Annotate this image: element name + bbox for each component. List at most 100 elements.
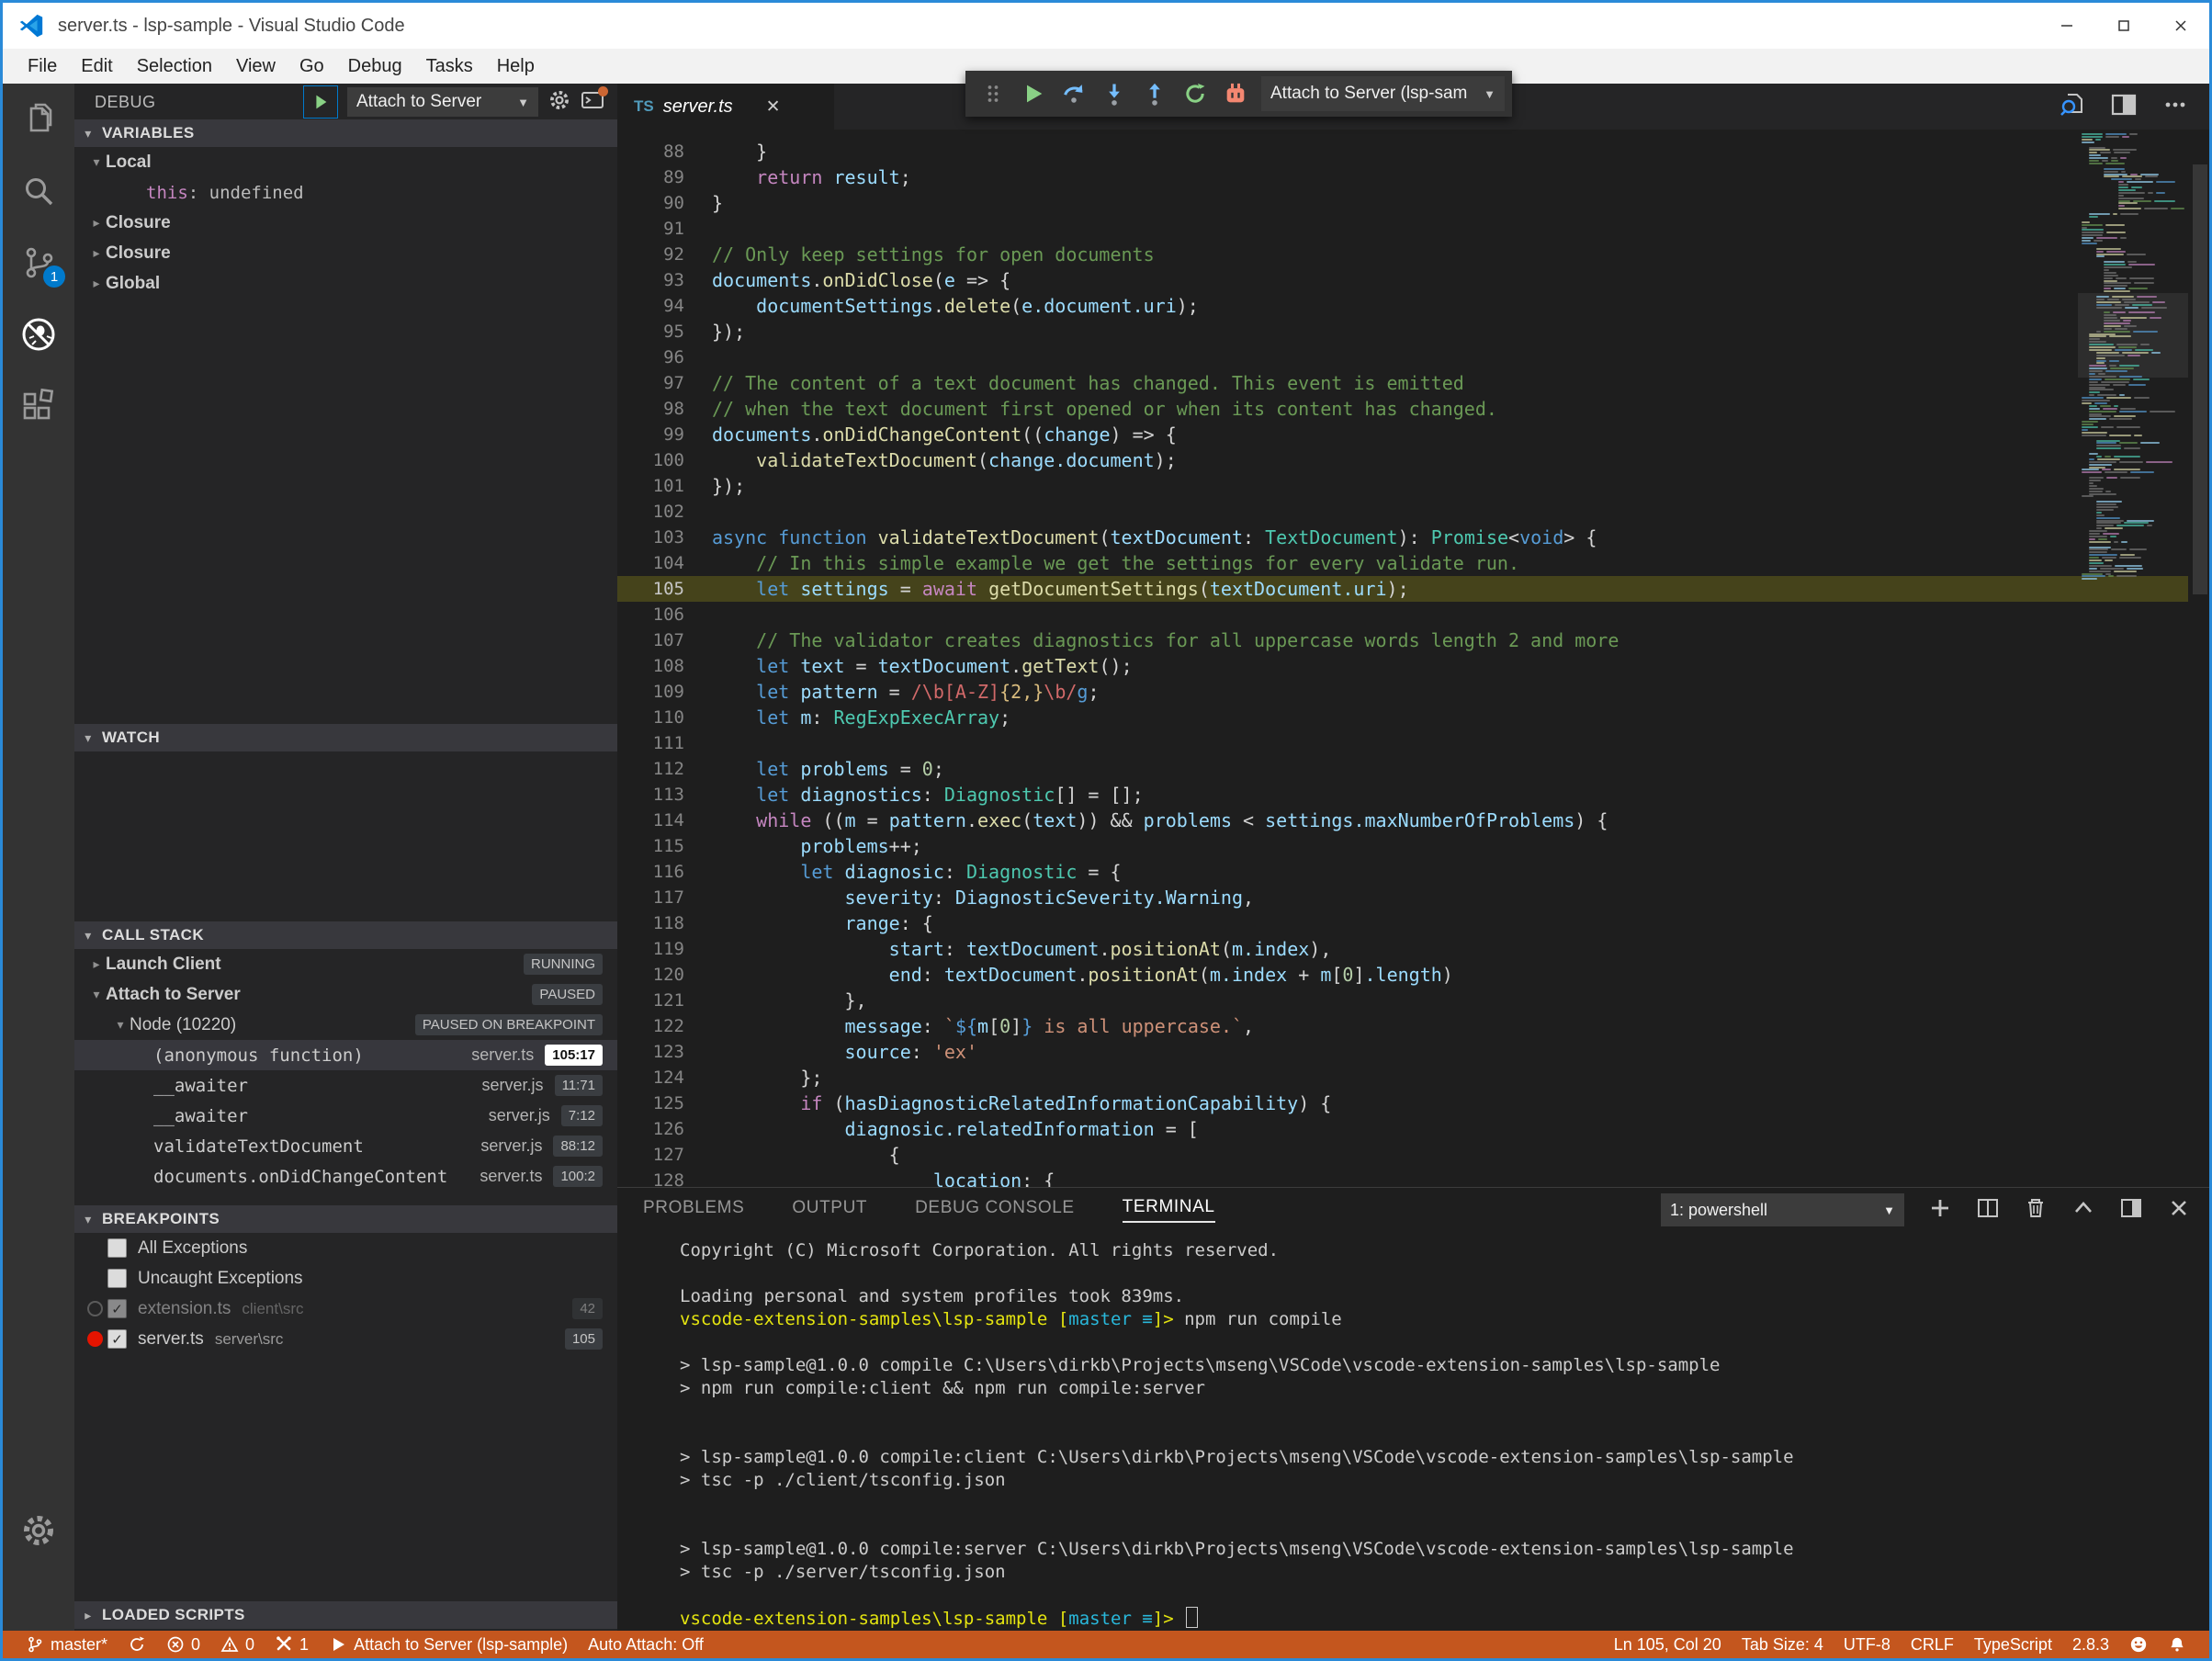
statusbar-item-0[interactable]: 0 <box>156 1635 210 1655</box>
code-line-111[interactable]: 111 <box>617 730 2188 756</box>
line-number[interactable]: 108 <box>617 653 684 679</box>
statusbar-item-auto-attach-off[interactable]: Auto Attach: Off <box>578 1635 714 1655</box>
split-editor-icon[interactable] <box>2110 91 2138 123</box>
line-number[interactable]: 102 <box>617 499 684 525</box>
code-line-93[interactable]: 93 documents.onDidClose(e => { <box>617 267 2188 293</box>
stack-frame-row[interactable]: __awaiter server.js 7:12 <box>74 1101 617 1131</box>
activity-debug-icon[interactable] <box>3 299 74 370</box>
terminal-output[interactable]: Copyright (C) Microsoft Corporation. All… <box>680 1239 2200 1628</box>
code-line-90[interactable]: 90} <box>617 190 2188 216</box>
code-line-107[interactable]: 107 // The validator creates diagnostics… <box>617 627 2188 653</box>
minimap[interactable] <box>2078 130 2188 1187</box>
start-debugging-button[interactable] <box>303 85 338 119</box>
breakpoint-checkbox[interactable]: ✓ <box>107 1299 127 1318</box>
line-number[interactable]: 115 <box>617 833 684 859</box>
statusbar-item-crlf[interactable]: CRLF <box>1901 1635 1964 1655</box>
minimize-button[interactable] <box>2038 3 2095 49</box>
stack-frame-row[interactable]: __awaiter server.js 11:71 <box>74 1070 617 1101</box>
activity-source-control-icon[interactable]: 1 <box>3 227 74 299</box>
close-panel-icon[interactable] <box>2167 1196 2191 1225</box>
line-number[interactable]: 92 <box>617 242 684 267</box>
line-number[interactable]: 91 <box>617 216 684 242</box>
line-number[interactable]: 90 <box>617 190 684 216</box>
menu-item-tasks[interactable]: Tasks <box>414 56 485 77</box>
code-line-122[interactable]: 122 message: `${m[0]} is all uppercase.`… <box>617 1013 2188 1039</box>
close-tab-icon[interactable]: ✕ <box>766 96 781 118</box>
line-number[interactable]: 109 <box>617 679 684 705</box>
terminal-select[interactable]: 1: powershell ▼ <box>1661 1193 1904 1226</box>
line-number[interactable]: 97 <box>617 370 684 396</box>
kill-terminal-icon[interactable] <box>2024 1196 2048 1225</box>
line-number[interactable]: 121 <box>617 988 684 1013</box>
line-number[interactable]: 107 <box>617 627 684 653</box>
code-line-109[interactable]: 109 let pattern = /\b[A-Z]{2,}\b/g; <box>617 679 2188 705</box>
code-line-112[interactable]: 112 let problems = 0; <box>617 756 2188 782</box>
code-line-96[interactable]: 96 <box>617 345 2188 370</box>
variables-row[interactable]: ▸ Closure <box>74 238 617 268</box>
watch-section-header[interactable]: ▾ WATCH <box>74 724 617 751</box>
loaded-scripts-section-header[interactable]: ▸ LOADED SCRIPTS <box>74 1601 617 1629</box>
breakpoint-checkbox[interactable] <box>107 1238 127 1258</box>
code-line-125[interactable]: 125 if (hasDiagnosticRelatedInformationC… <box>617 1090 2188 1116</box>
code-line-94[interactable]: 94 documentSettings.delete(e.document.ur… <box>617 293 2188 319</box>
code-line-118[interactable]: 118 range: { <box>617 910 2188 936</box>
variables-row[interactable]: this: undefined <box>74 177 617 208</box>
panel-tab-problems[interactable]: PROBLEMS <box>643 1198 744 1222</box>
code-line-98[interactable]: 98 // when the text document first opened… <box>617 396 2188 422</box>
breakpoint-row[interactable]: Uncaught Exceptions <box>74 1263 617 1294</box>
breakpoint-checkbox[interactable]: ✓ <box>107 1329 127 1349</box>
menu-item-selection[interactable]: Selection <box>125 56 224 77</box>
menu-item-debug[interactable]: Debug <box>336 56 414 77</box>
line-number[interactable]: 126 <box>617 1116 684 1142</box>
code-line-99[interactable]: 99 documents.onDidChangeContent((change) … <box>617 422 2188 447</box>
statusbar-item-smiley-icon[interactable] <box>2119 1635 2158 1654</box>
variables-section-header[interactable]: ▾ VARIABLES <box>74 119 617 147</box>
line-number[interactable]: 117 <box>617 885 684 910</box>
code-line-115[interactable]: 115 problems++; <box>617 833 2188 859</box>
statusbar-item-0[interactable]: 0 <box>210 1635 265 1655</box>
statusbar-item-1[interactable]: 1 <box>265 1635 319 1655</box>
code-line-110[interactable]: 110 let m: RegExpExecArray; <box>617 705 2188 730</box>
menu-item-go[interactable]: Go <box>288 56 336 77</box>
editor-scrollbar[interactable] <box>2191 130 2209 1187</box>
line-number[interactable]: 96 <box>617 345 684 370</box>
maximize-button[interactable] <box>2095 3 2152 49</box>
new-terminal-icon[interactable] <box>1928 1196 1952 1225</box>
line-number[interactable]: 124 <box>617 1065 684 1090</box>
variables-row[interactable]: ▸ Closure <box>74 208 617 238</box>
menu-item-help[interactable]: Help <box>485 56 547 77</box>
more-actions-icon[interactable] <box>2161 91 2189 123</box>
line-number[interactable]: 101 <box>617 473 684 499</box>
line-number[interactable]: 95 <box>617 319 684 345</box>
line-number[interactable]: 110 <box>617 705 684 730</box>
variables-row[interactable]: ▾ Local <box>74 147 617 177</box>
code-line-95[interactable]: 95}); <box>617 319 2188 345</box>
line-number[interactable]: 89 <box>617 164 684 190</box>
code-line-100[interactable]: 100 validateTextDocument(change.document… <box>617 447 2188 473</box>
code-line-113[interactable]: 113 let diagnostics: Diagnostic[] = []; <box>617 782 2188 808</box>
step-out-icon[interactable] <box>1134 73 1175 114</box>
breakpoint-row[interactable]: ✓ extension.ts client\src 42 <box>74 1294 617 1324</box>
activity-gear-icon[interactable] <box>3 1495 74 1566</box>
breakpoint-checkbox[interactable] <box>107 1269 127 1288</box>
activity-search-icon[interactable] <box>3 155 74 227</box>
continue-icon[interactable] <box>1013 73 1054 114</box>
statusbar-item-utf-8[interactable]: UTF-8 <box>1834 1635 1901 1655</box>
statusbar-item-2-8-3[interactable]: 2.8.3 <box>2062 1635 2119 1655</box>
maximize-panel-icon[interactable] <box>2071 1196 2095 1225</box>
line-number[interactable]: 113 <box>617 782 684 808</box>
debug-settings-gear-icon[interactable] <box>547 88 571 117</box>
stack-frame-row[interactable]: ▾ Node (10220) PAUSED ON BREAKPOINT <box>74 1010 617 1040</box>
panel-tab-output[interactable]: OUTPUT <box>792 1198 867 1222</box>
line-number[interactable]: 114 <box>617 808 684 833</box>
stack-frame-row[interactable]: (anonymous function) server.ts 105:17 <box>74 1040 617 1070</box>
restart-icon[interactable] <box>1175 73 1215 114</box>
breakpoint-row[interactable]: ✓ server.ts server\src 105 <box>74 1324 617 1354</box>
code-line-108[interactable]: 108 let text = textDocument.getText(); <box>617 653 2188 679</box>
line-number[interactable]: 104 <box>617 550 684 576</box>
code-line-89[interactable]: 89 return result; <box>617 164 2188 190</box>
statusbar-item-sync-icon[interactable] <box>118 1635 156 1654</box>
code-line-104[interactable]: 104 // In this simple example we get the… <box>617 550 2188 576</box>
line-number[interactable]: 118 <box>617 910 684 936</box>
activity-extensions-icon[interactable] <box>3 370 74 442</box>
